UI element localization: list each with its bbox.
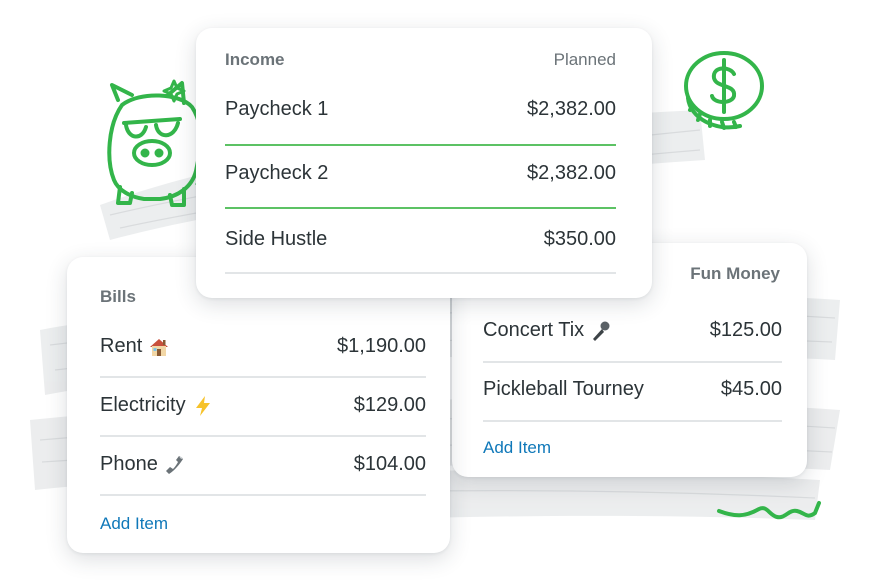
income-row[interactable]: Paycheck 2 $2,382.00: [225, 162, 616, 185]
bill-item-name: Electricity: [100, 394, 186, 416]
planned-column-label: Planned: [553, 50, 616, 69]
row-divider: [100, 376, 426, 378]
house-icon: [150, 338, 169, 356]
income-row[interactable]: Side Hustle $350.00: [225, 228, 616, 251]
bills-card: Bills Rent $1,190.00 Electricity $129.00…: [67, 257, 450, 553]
phone-icon: [165, 455, 183, 474]
bill-item-name: Phone: [100, 453, 158, 475]
bill-row[interactable]: Electricity $129.00: [100, 394, 426, 417]
row-divider: [225, 272, 616, 274]
income-item-amount: $2,382.00: [527, 98, 616, 120]
income-header: Income: [225, 50, 285, 69]
bill-row[interactable]: Phone $104.00: [100, 453, 426, 476]
bill-item-amount: $1,190.00: [337, 335, 426, 357]
lightning-icon: [195, 395, 210, 416]
fun-money-row[interactable]: Pickleball Tourney $45.00: [483, 378, 782, 401]
bill-row[interactable]: Rent $1,190.00: [100, 335, 426, 358]
bill-item-name: Rent: [100, 335, 143, 357]
fun-item-amount: $125.00: [709, 319, 782, 341]
bill-item-amount: $104.00: [353, 453, 426, 475]
row-divider: [100, 494, 426, 496]
fun-money-header: Fun Money: [690, 264, 780, 283]
fun-money-row[interactable]: Concert Tix $125.00: [483, 319, 782, 342]
bill-item-amount: $129.00: [353, 394, 426, 416]
income-item-amount: $2,382.00: [527, 162, 616, 184]
row-divider: [225, 207, 616, 209]
bills-add-item-button[interactable]: Add Item: [100, 514, 168, 534]
microphone-icon: [593, 321, 610, 341]
income-item-amount: $350.00: [543, 228, 616, 250]
row-divider: [100, 435, 426, 437]
income-card: Income Planned Paycheck 1 $2,382.00 Payc…: [196, 28, 652, 298]
row-divider: [483, 420, 782, 422]
fun-item-amount: $45.00: [720, 378, 782, 400]
income-item-name: Paycheck 1: [225, 98, 329, 120]
fun-item-name: Pickleball Tourney: [483, 378, 644, 400]
income-item-name: Paycheck 2: [225, 162, 329, 184]
fun-item-name: Concert Tix: [483, 319, 585, 341]
income-item-name: Side Hustle: [225, 228, 328, 250]
fun-add-item-button[interactable]: Add Item: [483, 438, 551, 458]
income-row[interactable]: Paycheck 1 $2,382.00: [225, 98, 616, 121]
squiggle-decoration: [717, 501, 821, 520]
dollar-coin-icon: [684, 51, 764, 130]
row-divider: [483, 361, 782, 363]
bills-header: Bills: [100, 287, 136, 306]
row-divider: [225, 144, 616, 146]
